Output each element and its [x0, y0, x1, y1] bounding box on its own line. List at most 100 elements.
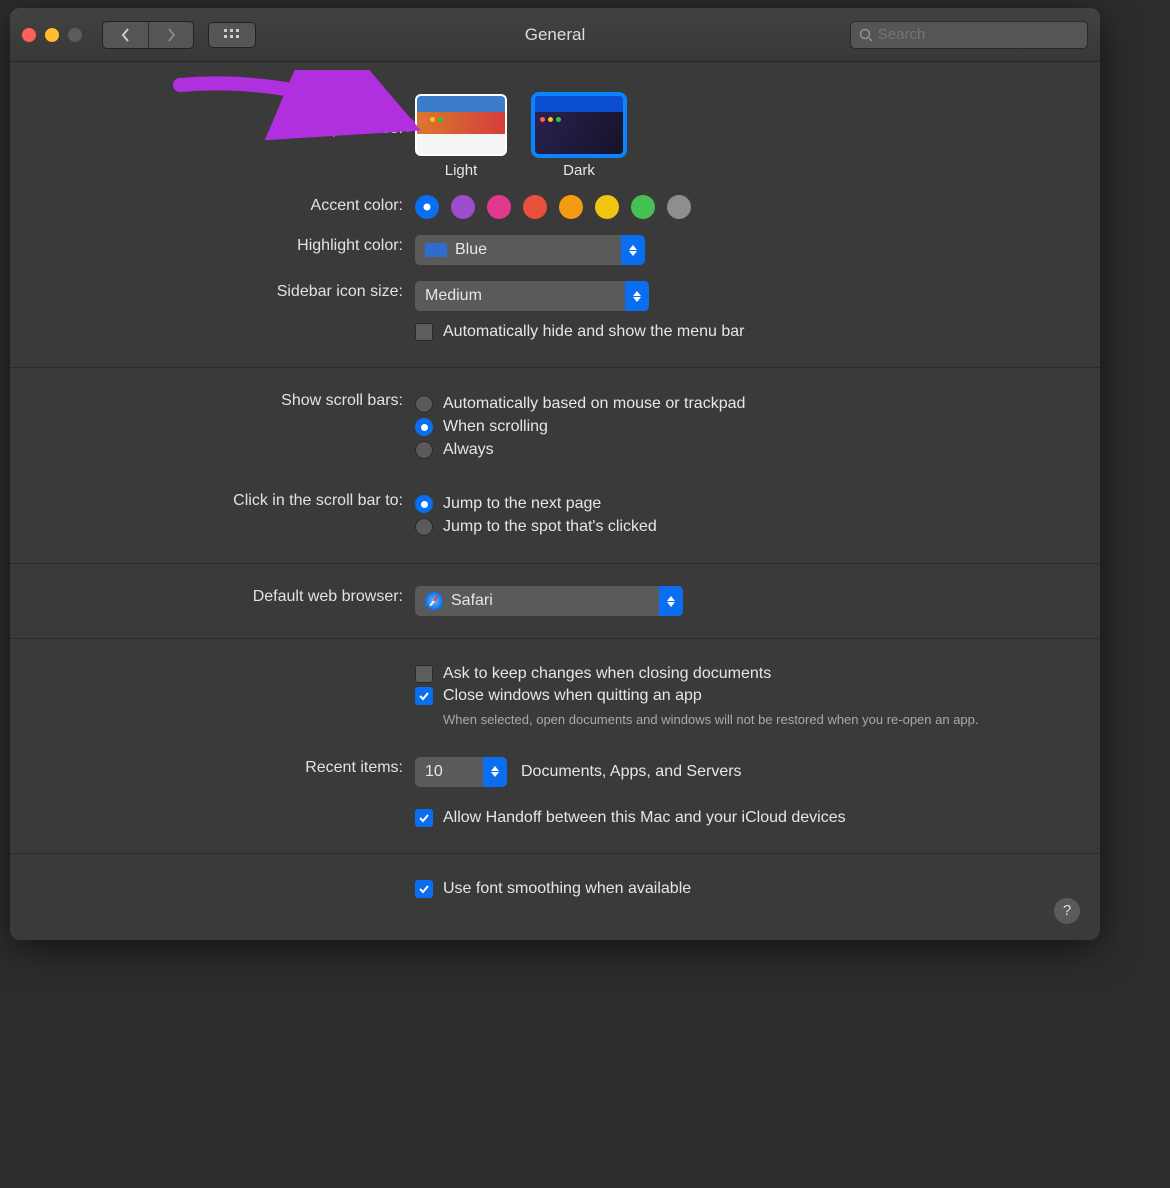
- show-all-button[interactable]: [208, 22, 256, 48]
- scrollbars-option-2[interactable]: Always: [415, 441, 1070, 459]
- search-icon: [859, 28, 872, 42]
- search-input[interactable]: [878, 26, 1079, 43]
- close-window-button[interactable]: [22, 28, 36, 42]
- close-windows-checkbox-row[interactable]: Close windows when quitting an app: [415, 687, 1070, 705]
- preferences-window: General Appearance: Light Dark: [10, 8, 1100, 940]
- sidebar-size-label: Sidebar icon size:: [10, 281, 415, 301]
- radio-label: When scrolling: [443, 418, 548, 436]
- scroll-bars-radios: Automatically based on mouse or trackpad…: [415, 390, 1070, 464]
- chevron-left-icon: [121, 28, 131, 42]
- appearance-label: Appearance:: [10, 94, 415, 138]
- checkbox-icon: [415, 809, 433, 827]
- ask-changes-checkbox-row[interactable]: Ask to keep changes when closing documen…: [415, 665, 1070, 683]
- menu-bar-hide-checkbox-row[interactable]: Automatically hide and show the menu bar: [415, 323, 1070, 341]
- font-smoothing-label: Use font smoothing when available: [443, 880, 691, 898]
- ask-changes-label: Ask to keep changes when closing documen…: [443, 665, 771, 683]
- close-windows-hint: When selected, open documents and window…: [443, 711, 1070, 729]
- toolbar: General: [10, 8, 1100, 62]
- sidebar-size-row: Sidebar icon size: Medium Automatically …: [10, 273, 1100, 353]
- accent-swatch-0[interactable]: [415, 195, 439, 219]
- radio-icon: [415, 395, 433, 413]
- accent-swatch-4[interactable]: [559, 195, 583, 219]
- forward-button[interactable]: [148, 22, 193, 48]
- window-controls: [22, 28, 82, 42]
- font-smoothing-checkbox-row[interactable]: Use font smoothing when available: [415, 880, 1070, 898]
- accent-swatch-5[interactable]: [595, 195, 619, 219]
- divider: [10, 853, 1100, 854]
- recent-items-value: 10: [425, 763, 443, 781]
- stepper-icon: [659, 586, 683, 616]
- recent-items-suffix: Documents, Apps, and Servers: [521, 763, 742, 781]
- clickscroll-option-0[interactable]: Jump to the next page: [415, 495, 1070, 513]
- safari-icon: [425, 592, 443, 610]
- radio-icon: [415, 518, 433, 536]
- appearance-row: Appearance: Light Dark: [10, 86, 1100, 187]
- highlight-color-value: Blue: [455, 241, 487, 259]
- scroll-bars-row: Show scroll bars: Automatically based on…: [10, 382, 1100, 472]
- nav-back-forward: [102, 21, 194, 49]
- accent-swatch-6[interactable]: [631, 195, 655, 219]
- scrollbars-option-0[interactable]: Automatically based on mouse or trackpad: [415, 395, 1070, 413]
- recent-items-select[interactable]: 10: [415, 757, 507, 787]
- chevron-right-icon: [166, 28, 176, 42]
- appearance-option-dark-label: Dark: [533, 162, 625, 179]
- accent-color-label: Accent color:: [10, 195, 415, 215]
- accent-swatch-7[interactable]: [667, 195, 691, 219]
- stepper-icon: [625, 281, 649, 311]
- handoff-label: Allow Handoff between this Mac and your …: [443, 809, 846, 827]
- radio-label: Jump to the next page: [443, 495, 601, 513]
- recent-items-row: Recent items: 10 Documents, Apps, and Se…: [10, 749, 1100, 839]
- content-area: Appearance: Light Dark Accent color:: [10, 62, 1100, 940]
- help-button[interactable]: ?: [1054, 898, 1080, 924]
- clickscroll-option-1[interactable]: Jump to the spot that's clicked: [415, 518, 1070, 536]
- handoff-checkbox-row[interactable]: Allow Handoff between this Mac and your …: [415, 809, 1070, 827]
- divider: [10, 563, 1100, 564]
- menu-bar-hide-label: Automatically hide and show the menu bar: [443, 323, 745, 341]
- zoom-window-button[interactable]: [68, 28, 82, 42]
- scroll-bars-label: Show scroll bars:: [10, 390, 415, 410]
- appearance-option-light[interactable]: Light: [415, 94, 507, 179]
- click-scroll-row: Click in the scroll bar to: Jump to the …: [10, 482, 1100, 549]
- sidebar-size-value: Medium: [425, 287, 482, 305]
- close-windows-label: Close windows when quitting an app: [443, 687, 702, 705]
- radio-label: Jump to the spot that's clicked: [443, 518, 657, 536]
- search-field[interactable]: [850, 21, 1088, 49]
- default-browser-label: Default web browser:: [10, 586, 415, 606]
- highlight-color-row: Highlight color: Blue: [10, 227, 1100, 273]
- checkbox-icon: [415, 687, 433, 705]
- appearance-option-dark[interactable]: Dark: [533, 94, 625, 179]
- back-button[interactable]: [103, 22, 148, 48]
- checkbox-icon: [415, 323, 433, 341]
- default-browser-select[interactable]: Safari: [415, 586, 683, 616]
- stepper-icon: [483, 757, 507, 787]
- accent-swatch-1[interactable]: [451, 195, 475, 219]
- scrollbars-option-1[interactable]: When scrolling: [415, 418, 1070, 436]
- divider: [10, 638, 1100, 639]
- default-browser-row: Default web browser: Safari: [10, 578, 1100, 624]
- radio-label: Always: [443, 441, 494, 459]
- checkbox-icon: [415, 880, 433, 898]
- sidebar-size-select[interactable]: Medium: [415, 281, 649, 311]
- accent-swatch-3[interactable]: [523, 195, 547, 219]
- accent-color-swatches: [415, 195, 1070, 219]
- highlight-color-label: Highlight color:: [10, 235, 415, 255]
- highlight-color-select[interactable]: Blue: [415, 235, 645, 265]
- default-browser-value: Safari: [451, 592, 493, 610]
- grid-icon: [224, 29, 240, 41]
- click-scroll-label: Click in the scroll bar to:: [10, 490, 415, 510]
- checkbox-icon: [415, 665, 433, 683]
- font-smoothing-row: Use font smoothing when available: [10, 868, 1100, 910]
- accent-swatch-2[interactable]: [487, 195, 511, 219]
- radio-icon: [415, 441, 433, 459]
- radio-icon: [415, 495, 433, 513]
- stepper-icon: [621, 235, 645, 265]
- appearance-option-light-label: Light: [415, 162, 507, 179]
- recent-items-label: Recent items:: [10, 757, 415, 777]
- highlight-color-chip: [425, 243, 447, 257]
- divider: [10, 367, 1100, 368]
- accent-color-row: Accent color:: [10, 187, 1100, 227]
- click-scroll-radios: Jump to the next page Jump to the spot th…: [415, 490, 1070, 541]
- documents-row: Ask to keep changes when closing documen…: [10, 653, 1100, 739]
- radio-label: Automatically based on mouse or trackpad: [443, 395, 745, 413]
- minimize-window-button[interactable]: [45, 28, 59, 42]
